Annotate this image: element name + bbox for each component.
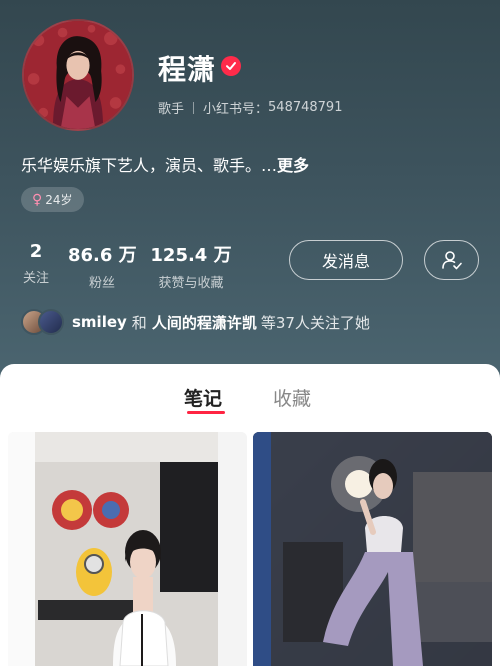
meta-divider — [193, 101, 195, 114]
stat-fans-label: 粉丝 — [88, 276, 115, 291]
followers-and: 和 — [131, 313, 147, 332]
stat-following[interactable]: 2 关注 — [21, 241, 51, 286]
profile-meta: 歌手 小红书号： 548748791 — [158, 98, 342, 117]
followers-suffix: 等37人关注了她 — [260, 313, 370, 332]
note-card-image — [8, 432, 247, 666]
user-check-icon — [441, 251, 462, 270]
profile-bio: 乐华娱乐旗下艺人，演员、歌手。…更多 — [21, 152, 309, 176]
female-icon: ♀ — [32, 191, 43, 208]
red-id: 548748791 — [268, 100, 343, 115]
profile-role: 歌手 — [158, 102, 185, 117]
active-tab-indicator — [187, 411, 225, 414]
follower-user-2[interactable]: 人间的程潇许凯 — [152, 312, 257, 333]
profile-name: 程潇 — [158, 53, 217, 86]
send-message-button[interactable]: 发消息 — [289, 240, 403, 280]
stat-fans[interactable]: 86.6 万 粉丝 — [68, 241, 137, 291]
red-id-label: 小红书号： — [203, 102, 269, 117]
bio-more-link[interactable]: 更多 — [277, 156, 309, 175]
tab-notes[interactable]: 笔记 — [184, 384, 222, 411]
follower-avatar — [38, 309, 64, 335]
age-label: 24岁 — [45, 193, 73, 207]
stat-fans-value: 86.6 万 — [68, 245, 137, 266]
note-card[interactable] — [8, 432, 247, 666]
age-tag: ♀ 24岁 — [21, 187, 84, 212]
follower-user-1[interactable]: smiley — [72, 313, 127, 331]
avatar[interactable] — [22, 19, 134, 131]
stat-likes-label: 获赞与收藏 — [158, 276, 224, 291]
verified-icon — [221, 56, 241, 76]
note-card[interactable] — [253, 432, 492, 666]
avatar-image — [24, 21, 132, 129]
stat-likes-value: 125.4 万 — [150, 245, 232, 266]
follow-button[interactable] — [424, 240, 479, 280]
stat-following-label: 关注 — [22, 271, 49, 286]
tab-favorites[interactable]: 收藏 — [273, 384, 311, 411]
stat-following-value: 2 — [29, 241, 43, 262]
bio-text: 乐华娱乐旗下艺人，演员、歌手。… — [21, 156, 278, 175]
mutual-followers-row[interactable]: smiley 和 人间的程潇许凯 等37人关注了她 — [21, 308, 370, 336]
stat-likes[interactable]: 125.4 万 获赞与收藏 — [150, 241, 232, 291]
note-card-image — [253, 432, 492, 666]
